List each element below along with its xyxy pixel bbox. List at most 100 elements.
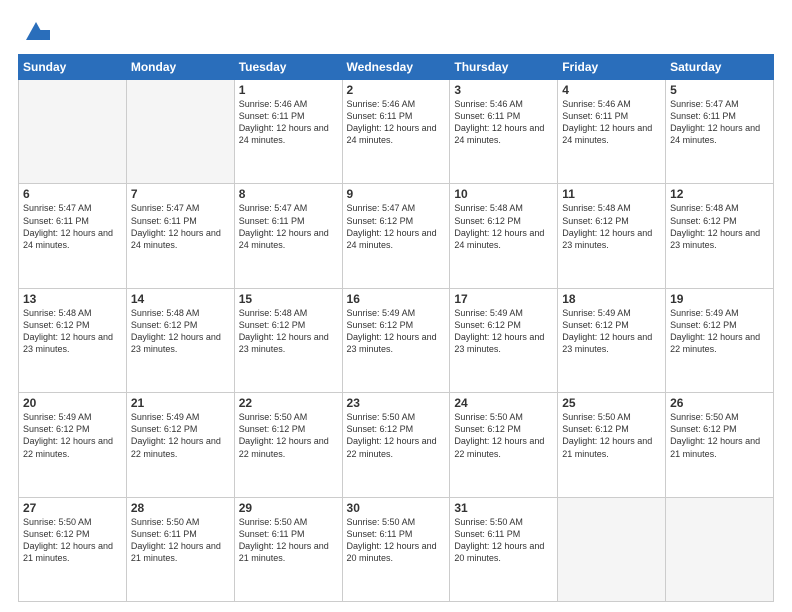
calendar-cell: 22Sunrise: 5:50 AM Sunset: 6:12 PM Dayli… (234, 393, 342, 497)
day-number: 31 (454, 501, 553, 515)
calendar-cell: 11Sunrise: 5:48 AM Sunset: 6:12 PM Dayli… (558, 184, 666, 288)
logo (18, 16, 50, 44)
day-info: Sunrise: 5:49 AM Sunset: 6:12 PM Dayligh… (454, 307, 553, 356)
day-info: Sunrise: 5:49 AM Sunset: 6:12 PM Dayligh… (347, 307, 446, 356)
logo-icon (22, 16, 50, 44)
day-info: Sunrise: 5:49 AM Sunset: 6:12 PM Dayligh… (670, 307, 769, 356)
day-info: Sunrise: 5:48 AM Sunset: 6:12 PM Dayligh… (23, 307, 122, 356)
day-number: 26 (670, 396, 769, 410)
day-number: 27 (23, 501, 122, 515)
day-info: Sunrise: 5:50 AM Sunset: 6:12 PM Dayligh… (562, 411, 661, 460)
calendar-cell: 20Sunrise: 5:49 AM Sunset: 6:12 PM Dayli… (19, 393, 127, 497)
day-number: 13 (23, 292, 122, 306)
calendar-week-1: 1Sunrise: 5:46 AM Sunset: 6:11 PM Daylig… (19, 80, 774, 184)
calendar-week-3: 13Sunrise: 5:48 AM Sunset: 6:12 PM Dayli… (19, 288, 774, 392)
day-info: Sunrise: 5:46 AM Sunset: 6:11 PM Dayligh… (454, 98, 553, 147)
calendar-cell: 14Sunrise: 5:48 AM Sunset: 6:12 PM Dayli… (126, 288, 234, 392)
day-info: Sunrise: 5:50 AM Sunset: 6:11 PM Dayligh… (454, 516, 553, 565)
day-number: 18 (562, 292, 661, 306)
day-number: 17 (454, 292, 553, 306)
day-info: Sunrise: 5:48 AM Sunset: 6:12 PM Dayligh… (454, 202, 553, 251)
calendar-cell: 3Sunrise: 5:46 AM Sunset: 6:11 PM Daylig… (450, 80, 558, 184)
calendar-cell: 6Sunrise: 5:47 AM Sunset: 6:11 PM Daylig… (19, 184, 127, 288)
day-info: Sunrise: 5:48 AM Sunset: 6:12 PM Dayligh… (239, 307, 338, 356)
day-info: Sunrise: 5:46 AM Sunset: 6:11 PM Dayligh… (239, 98, 338, 147)
day-info: Sunrise: 5:50 AM Sunset: 6:12 PM Dayligh… (670, 411, 769, 460)
weekday-header-tuesday: Tuesday (234, 55, 342, 80)
weekday-header-saturday: Saturday (666, 55, 774, 80)
day-number: 22 (239, 396, 338, 410)
calendar-table: SundayMondayTuesdayWednesdayThursdayFrid… (18, 54, 774, 602)
calendar-cell: 31Sunrise: 5:50 AM Sunset: 6:11 PM Dayli… (450, 497, 558, 601)
day-info: Sunrise: 5:47 AM Sunset: 6:11 PM Dayligh… (23, 202, 122, 251)
day-number: 12 (670, 187, 769, 201)
calendar-cell: 18Sunrise: 5:49 AM Sunset: 6:12 PM Dayli… (558, 288, 666, 392)
day-number: 5 (670, 83, 769, 97)
day-number: 10 (454, 187, 553, 201)
day-info: Sunrise: 5:47 AM Sunset: 6:11 PM Dayligh… (239, 202, 338, 251)
day-number: 9 (347, 187, 446, 201)
day-number: 19 (670, 292, 769, 306)
calendar-cell: 28Sunrise: 5:50 AM Sunset: 6:11 PM Dayli… (126, 497, 234, 601)
day-info: Sunrise: 5:48 AM Sunset: 6:12 PM Dayligh… (131, 307, 230, 356)
weekday-header-monday: Monday (126, 55, 234, 80)
calendar-cell (666, 497, 774, 601)
day-info: Sunrise: 5:50 AM Sunset: 6:12 PM Dayligh… (454, 411, 553, 460)
calendar-cell: 30Sunrise: 5:50 AM Sunset: 6:11 PM Dayli… (342, 497, 450, 601)
calendar-cell: 4Sunrise: 5:46 AM Sunset: 6:11 PM Daylig… (558, 80, 666, 184)
day-number: 29 (239, 501, 338, 515)
calendar-cell: 29Sunrise: 5:50 AM Sunset: 6:11 PM Dayli… (234, 497, 342, 601)
calendar-cell: 25Sunrise: 5:50 AM Sunset: 6:12 PM Dayli… (558, 393, 666, 497)
calendar-cell: 13Sunrise: 5:48 AM Sunset: 6:12 PM Dayli… (19, 288, 127, 392)
day-number: 1 (239, 83, 338, 97)
calendar-cell: 26Sunrise: 5:50 AM Sunset: 6:12 PM Dayli… (666, 393, 774, 497)
calendar-cell: 23Sunrise: 5:50 AM Sunset: 6:12 PM Dayli… (342, 393, 450, 497)
day-info: Sunrise: 5:48 AM Sunset: 6:12 PM Dayligh… (562, 202, 661, 251)
day-number: 3 (454, 83, 553, 97)
day-info: Sunrise: 5:47 AM Sunset: 6:12 PM Dayligh… (347, 202, 446, 251)
day-info: Sunrise: 5:50 AM Sunset: 6:12 PM Dayligh… (239, 411, 338, 460)
header (18, 16, 774, 44)
calendar-cell: 21Sunrise: 5:49 AM Sunset: 6:12 PM Dayli… (126, 393, 234, 497)
day-number: 23 (347, 396, 446, 410)
calendar-cell (126, 80, 234, 184)
day-number: 16 (347, 292, 446, 306)
day-info: Sunrise: 5:50 AM Sunset: 6:11 PM Dayligh… (347, 516, 446, 565)
calendar-cell: 8Sunrise: 5:47 AM Sunset: 6:11 PM Daylig… (234, 184, 342, 288)
day-info: Sunrise: 5:46 AM Sunset: 6:11 PM Dayligh… (347, 98, 446, 147)
calendar-cell: 27Sunrise: 5:50 AM Sunset: 6:12 PM Dayli… (19, 497, 127, 601)
weekday-header-wednesday: Wednesday (342, 55, 450, 80)
day-number: 11 (562, 187, 661, 201)
day-number: 8 (239, 187, 338, 201)
day-info: Sunrise: 5:46 AM Sunset: 6:11 PM Dayligh… (562, 98, 661, 147)
weekday-header-sunday: Sunday (19, 55, 127, 80)
calendar-week-2: 6Sunrise: 5:47 AM Sunset: 6:11 PM Daylig… (19, 184, 774, 288)
calendar-week-5: 27Sunrise: 5:50 AM Sunset: 6:12 PM Dayli… (19, 497, 774, 601)
day-info: Sunrise: 5:47 AM Sunset: 6:11 PM Dayligh… (131, 202, 230, 251)
day-number: 30 (347, 501, 446, 515)
day-number: 2 (347, 83, 446, 97)
day-info: Sunrise: 5:49 AM Sunset: 6:12 PM Dayligh… (23, 411, 122, 460)
day-number: 21 (131, 396, 230, 410)
day-number: 28 (131, 501, 230, 515)
day-info: Sunrise: 5:47 AM Sunset: 6:11 PM Dayligh… (670, 98, 769, 147)
calendar-cell: 10Sunrise: 5:48 AM Sunset: 6:12 PM Dayli… (450, 184, 558, 288)
day-number: 14 (131, 292, 230, 306)
calendar-cell: 12Sunrise: 5:48 AM Sunset: 6:12 PM Dayli… (666, 184, 774, 288)
calendar-week-4: 20Sunrise: 5:49 AM Sunset: 6:12 PM Dayli… (19, 393, 774, 497)
calendar-cell (19, 80, 127, 184)
calendar-cell: 15Sunrise: 5:48 AM Sunset: 6:12 PM Dayli… (234, 288, 342, 392)
day-info: Sunrise: 5:50 AM Sunset: 6:11 PM Dayligh… (239, 516, 338, 565)
day-number: 7 (131, 187, 230, 201)
day-number: 4 (562, 83, 661, 97)
day-number: 6 (23, 187, 122, 201)
day-info: Sunrise: 5:49 AM Sunset: 6:12 PM Dayligh… (562, 307, 661, 356)
calendar-cell: 17Sunrise: 5:49 AM Sunset: 6:12 PM Dayli… (450, 288, 558, 392)
calendar-cell: 9Sunrise: 5:47 AM Sunset: 6:12 PM Daylig… (342, 184, 450, 288)
weekday-header-row: SundayMondayTuesdayWednesdayThursdayFrid… (19, 55, 774, 80)
day-number: 25 (562, 396, 661, 410)
weekday-header-friday: Friday (558, 55, 666, 80)
calendar-cell: 5Sunrise: 5:47 AM Sunset: 6:11 PM Daylig… (666, 80, 774, 184)
day-info: Sunrise: 5:49 AM Sunset: 6:12 PM Dayligh… (131, 411, 230, 460)
page: SundayMondayTuesdayWednesdayThursdayFrid… (0, 0, 792, 612)
